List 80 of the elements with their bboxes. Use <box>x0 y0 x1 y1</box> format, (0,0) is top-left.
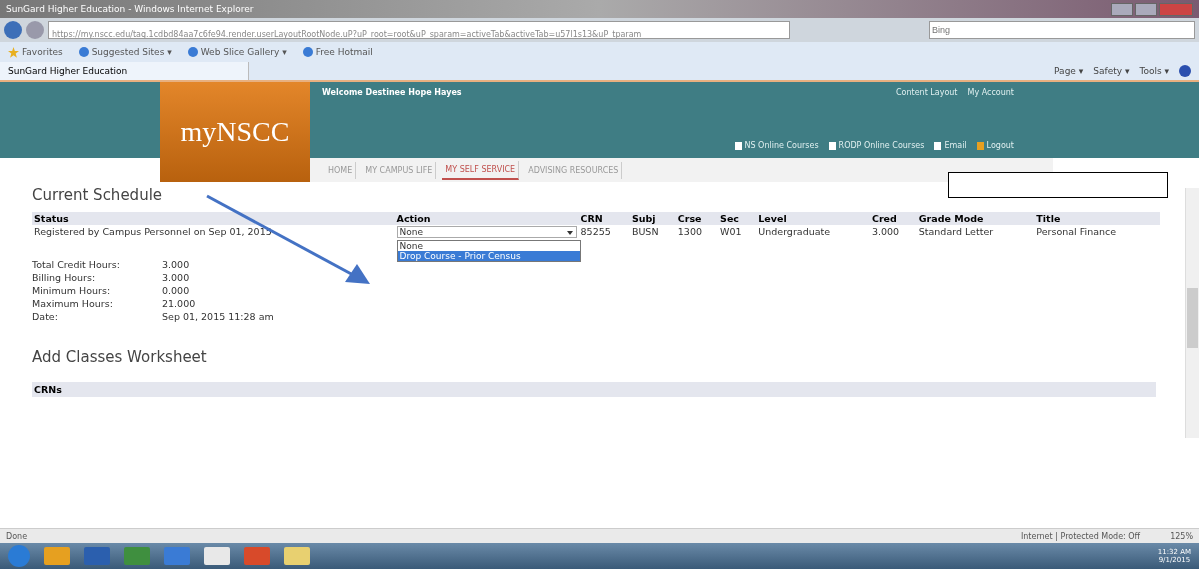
window-title: SunGard Higher Education - Windows Internet Explorer <box>6 4 254 14</box>
column-header: Grade Mode <box>916 212 1035 225</box>
taskbar-app-icon[interactable] <box>84 547 110 565</box>
header-link[interactable]: Logout <box>976 141 1014 150</box>
welcome-text: Welcome Destinee Hope Hayes <box>322 88 462 97</box>
action-dropdown[interactable]: None <box>396 226 577 238</box>
summary-value: 3.000 <box>162 272 191 283</box>
forward-button[interactable] <box>26 21 44 39</box>
table-cell: 1300 <box>675 225 719 239</box>
favorites-link[interactable]: Web Slice Gallery ▾ <box>187 47 287 57</box>
table-cell: 85255 <box>578 225 630 239</box>
summary-value: 3.000 <box>162 259 191 270</box>
table-cell: Personal Finance <box>1034 225 1160 239</box>
header-link[interactable]: Content Layout <box>895 88 958 97</box>
command-menu[interactable]: Page ▾ <box>1054 66 1084 76</box>
security-zone: Internet | Protected Mode: Off <box>1020 531 1141 541</box>
section-heading: Current Schedule <box>32 186 164 204</box>
column-header: CRN <box>578 212 630 225</box>
taskbar-app-icon[interactable] <box>44 547 70 565</box>
header-link[interactable]: My Account <box>967 88 1014 97</box>
scrollbar[interactable] <box>1185 188 1199 438</box>
column-header: Subj <box>629 212 676 225</box>
back-button[interactable] <box>4 21 22 39</box>
column-header: Level <box>756 212 870 225</box>
document-icon <box>828 141 836 150</box>
search-field[interactable]: Bing <box>929 21 1195 39</box>
favorites-link[interactable]: Suggested Sites ▾ <box>78 47 172 57</box>
command-menu[interactable]: Tools ▾ <box>1139 66 1169 76</box>
column-header: Action <box>394 212 579 225</box>
close-button[interactable] <box>1159 2 1193 16</box>
header-link[interactable]: NS Online Courses <box>734 141 819 150</box>
document-icon <box>734 141 742 150</box>
section-heading: Add Classes Worksheet <box>32 348 208 366</box>
globe-icon <box>302 47 313 57</box>
globe-icon <box>78 47 89 57</box>
taskbar-app-icon[interactable] <box>124 547 150 565</box>
summary-value: Sep 01, 2015 11:28 am <box>162 311 274 322</box>
maximize-button[interactable] <box>1135 2 1157 16</box>
favorites-link[interactable]: Free Hotmail <box>302 47 373 57</box>
status-text: Done <box>6 531 28 541</box>
table-cell: Standard Letter <box>916 225 1035 239</box>
taskbar-app-icon[interactable] <box>204 547 230 565</box>
table-cell: Undergraduate <box>756 225 870 239</box>
summary-label: Total Credit Hours: <box>32 259 121 270</box>
nav-tab[interactable]: MY SELF SERVICE <box>442 160 520 180</box>
summary-value: 0.000 <box>162 285 191 296</box>
table-cell: 3.000 <box>869 225 917 239</box>
logo: myNSCC <box>160 82 310 182</box>
column-header: Title <box>1034 212 1160 225</box>
globe-icon <box>187 47 198 57</box>
header-link[interactable]: RODP Online Courses <box>828 141 925 150</box>
summary-value: 21.000 <box>162 298 197 309</box>
favorites-link[interactable]: Favorites <box>8 46 63 58</box>
document-icon <box>934 141 942 150</box>
column-header: Status <box>32 212 395 225</box>
column-header: Cred <box>869 212 917 225</box>
star-icon <box>8 46 19 58</box>
taskbar-app-icon[interactable] <box>284 547 310 565</box>
minimize-button[interactable] <box>1111 2 1133 16</box>
start-button[interactable] <box>8 545 30 567</box>
column-header: CRNs <box>34 384 62 395</box>
caret-icon <box>566 231 573 235</box>
column-header: Sec <box>718 212 757 225</box>
command-menu[interactable]: Safety ▾ <box>1093 66 1130 76</box>
summary-label: Maximum Hours: <box>32 298 114 309</box>
column-header: Crse <box>675 212 719 225</box>
summary-label: Minimum Hours: <box>32 285 112 296</box>
summary-label: Billing Hours: <box>32 272 97 283</box>
browser-tab[interactable]: SunGard Higher Education <box>0 62 249 80</box>
header-link[interactable]: Email <box>934 141 967 150</box>
help-icon[interactable] <box>1179 65 1191 77</box>
dropdown-option[interactable]: Drop Course - Prior Census <box>397 251 580 261</box>
taskbar-app-icon[interactable] <box>164 547 190 565</box>
zoom-level[interactable]: 125% <box>1170 531 1193 541</box>
address-field[interactable]: https://my.nscc.edu/tag.1cdbd84aa7c6fe94.render.userLayoutRootNode.uP?uP_root=root&uP_sparam=activeTab&activeTab=u57l1s13&uP_tparam <box>48 21 790 39</box>
table-cell: W01 <box>718 225 757 239</box>
taskbar-app-icon[interactable] <box>244 547 270 565</box>
dropdown-option[interactable]: None <box>397 241 580 251</box>
table-cell: BUSN <box>629 225 676 239</box>
summary-label: Date: <box>32 311 59 322</box>
